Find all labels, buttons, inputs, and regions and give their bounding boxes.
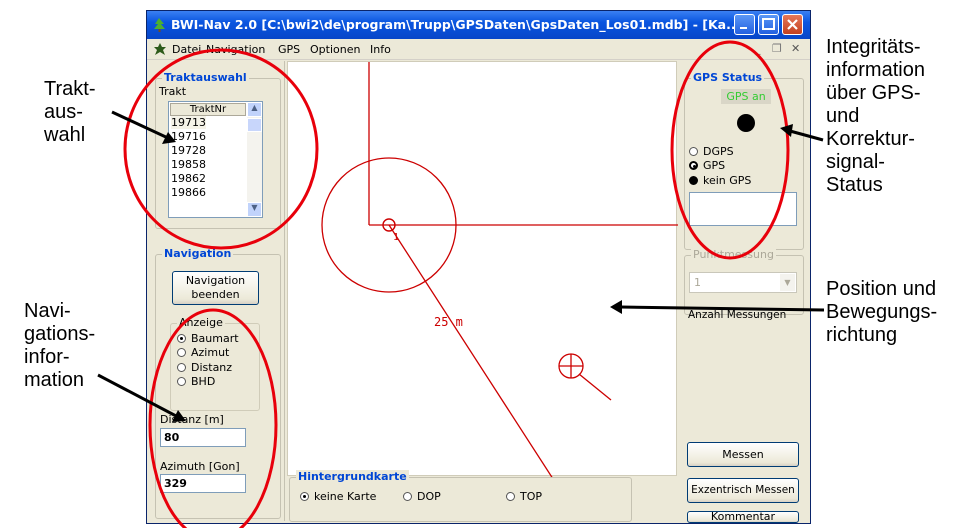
radio-label: TOP xyxy=(520,490,543,503)
gps-status-indicator: GPS an xyxy=(721,89,771,104)
callout-gps-integrity: Integritäts- information über GPS- und K… xyxy=(826,36,925,196)
punktmessung-label: Punktmessung xyxy=(691,248,776,261)
distanz-field[interactable]: 80 xyxy=(160,428,246,447)
traktauswahl-group: Traktauswahl Trakt TraktNr 19713 19716 1… xyxy=(155,71,281,229)
gps-status-group: GPS Status GPS an DGPS GPS kein GPS xyxy=(684,71,804,250)
scroll-up-button[interactable]: ▲ xyxy=(247,102,262,117)
menu-info[interactable]: Info xyxy=(370,43,391,56)
messen-button[interactable]: Messen xyxy=(687,442,799,467)
azimuth-label: Azimuth [Gon] xyxy=(160,460,240,473)
menu-navigation[interactable]: Navigation xyxy=(206,43,265,56)
dropdown-arrow-icon[interactable]: ▼ xyxy=(780,274,795,291)
minimize-button[interactable] xyxy=(734,14,755,35)
radio-label: DGPS xyxy=(703,145,734,158)
punktmessung-group: Punktmessung 1 ▼ xyxy=(684,248,804,315)
anzeige-label: Anzeige xyxy=(177,316,225,329)
radio-dot xyxy=(177,348,186,357)
app-icon xyxy=(152,17,167,32)
radio-dot xyxy=(177,334,186,343)
heading-line xyxy=(578,373,612,401)
punktmessung-select[interactable]: 1 ▼ xyxy=(689,272,797,293)
distance-label: 25 m xyxy=(434,315,463,329)
radio-label: kein GPS xyxy=(703,174,752,187)
trakt-row-3[interactable]: 19858 xyxy=(171,158,206,171)
radio-label: Distanz xyxy=(191,361,233,374)
scroll-down-button[interactable]: ▼ xyxy=(247,202,262,217)
radio-top[interactable]: TOP xyxy=(506,490,542,503)
radio-kein-gps[interactable]: kein GPS xyxy=(689,174,751,187)
trakt-listbox[interactable]: TraktNr 19713 19716 19728 19858 19862 19… xyxy=(168,101,263,218)
radio-dot xyxy=(177,377,186,386)
radio-label: DOP xyxy=(417,490,441,503)
navigation-end-button[interactable]: Navigation beenden xyxy=(172,271,259,305)
callout-navigation-info: Navi- gations- infor- mation xyxy=(24,300,96,391)
radio-bhd[interactable]: BHD xyxy=(177,375,215,388)
radio-label: GPS xyxy=(703,159,726,172)
radio-dgps[interactable]: DGPS xyxy=(689,145,734,158)
trakt-column-header[interactable]: TraktNr xyxy=(170,103,246,116)
radio-label: Azimut xyxy=(191,346,230,359)
trakt-row-2[interactable]: 19728 xyxy=(171,144,206,157)
kommentar-button[interactable]: Kommentar xyxy=(687,511,799,523)
trakt-row-0[interactable]: 19713 xyxy=(171,116,206,129)
radio-label: keine Karte xyxy=(314,490,377,503)
radio-distanz[interactable]: Distanz xyxy=(177,361,232,374)
callout-position: Position und Bewegungs- richtung xyxy=(826,278,938,346)
radio-dot xyxy=(689,147,698,156)
radio-gps[interactable]: GPS xyxy=(689,159,725,172)
radio-dop[interactable]: DOP xyxy=(403,490,441,503)
radio-dot xyxy=(689,176,698,185)
mdi-close-icon[interactable]: ✕ xyxy=(791,42,800,55)
anzeige-group: Anzeige Baumart Azimut Distanz BHD xyxy=(170,316,260,411)
radio-dot xyxy=(506,492,515,501)
menu-datei[interactable]: Datei xyxy=(172,43,201,56)
radio-baumart[interactable]: Baumart xyxy=(177,332,239,345)
menu-bar: Datei Navigation GPS Optionen Info _ ❐ ✕ xyxy=(147,39,810,60)
window-title: BWI-Nav 2.0 [C:\bwi2\de\program\Trupp\GP… xyxy=(171,17,741,32)
mdi-restore-icon[interactable]: ❐ xyxy=(772,42,782,55)
callout-traktauswahl: Trakt- aus- wahl xyxy=(44,78,96,146)
radio-label: Baumart xyxy=(191,332,239,345)
radio-dot xyxy=(689,161,698,170)
trakt-label: Trakt xyxy=(159,85,187,98)
map-svg: 25 m 1 2 xyxy=(321,62,678,528)
gps-info-box xyxy=(689,192,797,226)
radio-dot xyxy=(177,363,186,372)
trakt-row-1[interactable]: 19716 xyxy=(171,130,206,143)
trakt-scrollbar[interactable]: ▲ ▼ xyxy=(247,102,262,217)
distanz-label: Distanz [m] xyxy=(160,413,224,426)
app-window: BWI-Nav 2.0 [C:\bwi2\de\program\Trupp\GP… xyxy=(146,10,811,528)
radio-label: BHD xyxy=(191,375,216,388)
close-button[interactable] xyxy=(782,14,803,35)
scroll-thumb[interactable] xyxy=(247,118,262,132)
menu-gps[interactable]: GPS xyxy=(278,43,300,56)
exzentrisch-messen-button[interactable]: Exzentrisch Messen xyxy=(687,478,799,503)
navigation-label: Navigation xyxy=(162,247,234,260)
menu-optionen[interactable]: Optionen xyxy=(310,43,360,56)
anzahl-messungen-label: Anzahl Messungen xyxy=(688,309,787,321)
radio-dot xyxy=(403,492,412,501)
hintergrundkarte-label: Hintergrundkarte xyxy=(296,470,409,483)
radio-dot xyxy=(300,492,309,501)
azimuth-field[interactable]: 329 xyxy=(160,474,246,493)
mdi-minimize-icon[interactable]: _ xyxy=(755,42,761,55)
trakt-row-5[interactable]: 19866 xyxy=(171,186,206,199)
select-value: 1 xyxy=(694,276,701,289)
radio-keine-karte[interactable]: keine Karte xyxy=(300,490,376,503)
mdi-child-icon xyxy=(153,42,167,59)
gps-status-label: GPS Status xyxy=(691,71,765,84)
radio-azimut[interactable]: Azimut xyxy=(177,346,229,359)
gps-signal-dot xyxy=(737,114,755,132)
route-line xyxy=(388,224,578,517)
traktauswahl-label: Traktauswahl xyxy=(162,71,249,84)
map-canvas[interactable]: 25 m 1 2 xyxy=(287,61,678,528)
navigation-group: Navigation Navigation beenden Anzeige Ba… xyxy=(155,247,281,519)
hintergrundkarte-group: Hintergrundkarte keine Karte DOP TOP xyxy=(289,470,632,522)
maximize-button[interactable] xyxy=(758,14,779,35)
title-bar[interactable]: BWI-Nav 2.0 [C:\bwi2\de\program\Trupp\GP… xyxy=(147,11,810,39)
point-label-1: 1 xyxy=(393,232,399,243)
trakt-row-4[interactable]: 19862 xyxy=(171,172,206,185)
